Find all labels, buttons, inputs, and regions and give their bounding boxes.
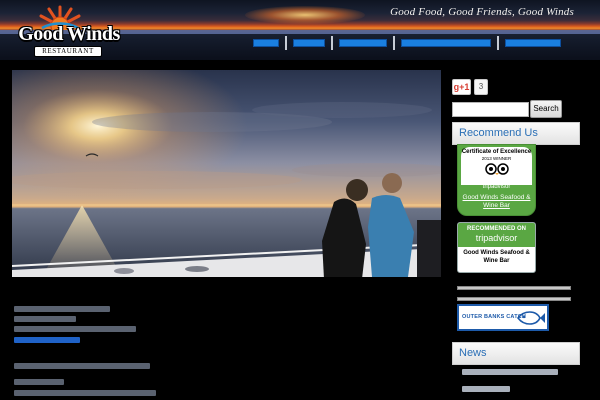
- hours-line: [14, 379, 64, 385]
- fish-icon: [516, 311, 545, 325]
- search-input[interactable]: [452, 102, 529, 117]
- address-line: [14, 306, 110, 312]
- recommended-heading: RECOMMENDED ON: [466, 226, 526, 232]
- nav-contact-label: [506, 40, 560, 46]
- logo-subtitle: RESTAURANT: [34, 46, 102, 57]
- address-line: [14, 326, 136, 332]
- tripadvisor-owl-icon: [484, 163, 509, 175]
- address-line: [14, 316, 76, 322]
- recommended-restaurant-link[interactable]: Good Winds Seafood & Wine Bar: [458, 249, 535, 265]
- hours-line: [14, 390, 156, 396]
- news-item[interactable]: [462, 369, 558, 375]
- page: Good Food, Good Friends, Good Winds Good…: [0, 0, 600, 400]
- search-button[interactable]: Search: [530, 100, 562, 118]
- certificate-heading: Certificate of Excellence: [461, 149, 532, 155]
- nav-specials-label: [340, 40, 386, 46]
- outer-banks-catch-badge[interactable]: OUTER BANKS CATCH: [457, 304, 549, 331]
- nav-home[interactable]: [248, 36, 284, 50]
- certificate-restaurant-link[interactable]: Good Winds Seafood & Wine Bar: [458, 194, 535, 210]
- sidebar-divider: [457, 297, 571, 301]
- google-plus-button[interactable]: g+1: [452, 79, 471, 95]
- nav-divider: [497, 36, 499, 50]
- tagline: Good Food, Good Friends, Good Winds: [390, 6, 574, 18]
- nav-contact[interactable]: [500, 36, 566, 50]
- email-link[interactable]: [14, 337, 80, 343]
- nav-menus[interactable]: [288, 36, 330, 50]
- nav-divider: [285, 36, 287, 50]
- logo-wordmark: Good Winds: [18, 23, 120, 45]
- certificate-year: 2013 WINNER: [481, 156, 512, 161]
- sunset-photo: [12, 70, 441, 277]
- google-plus-count: 3: [474, 79, 488, 95]
- nav-divider: [331, 36, 333, 50]
- nav-divider: [393, 36, 395, 50]
- hours-line: [14, 363, 150, 369]
- tripadvisor-recommended-badge[interactable]: RECOMMENDED ON tripadvisor Good Winds Se…: [457, 222, 536, 273]
- logo[interactable]: Good Winds RESTAURANT: [12, 2, 124, 60]
- news-item[interactable]: [462, 386, 510, 392]
- sunset-glow: [245, 6, 365, 24]
- social-buttons: g+1 3: [452, 79, 488, 95]
- nav-home-label: [254, 40, 278, 46]
- nav-specials[interactable]: [334, 36, 392, 50]
- recommend-widget-title: Recommend Us: [452, 122, 580, 145]
- hero-image: [12, 70, 441, 277]
- sidebar-divider: [457, 286, 571, 290]
- tripadvisor-certificate-badge[interactable]: Certificate of Excellence 2013 WINNER tr…: [457, 144, 536, 216]
- nav-reservations-label: [402, 40, 490, 46]
- certificate-brand: tripadvisor: [482, 184, 511, 190]
- nav-reservations[interactable]: [396, 36, 496, 50]
- nav-menus-label: [294, 40, 324, 46]
- main-nav: [248, 36, 566, 50]
- recommended-brand: tripadvisor: [475, 233, 518, 243]
- news-widget-title: News: [452, 342, 580, 365]
